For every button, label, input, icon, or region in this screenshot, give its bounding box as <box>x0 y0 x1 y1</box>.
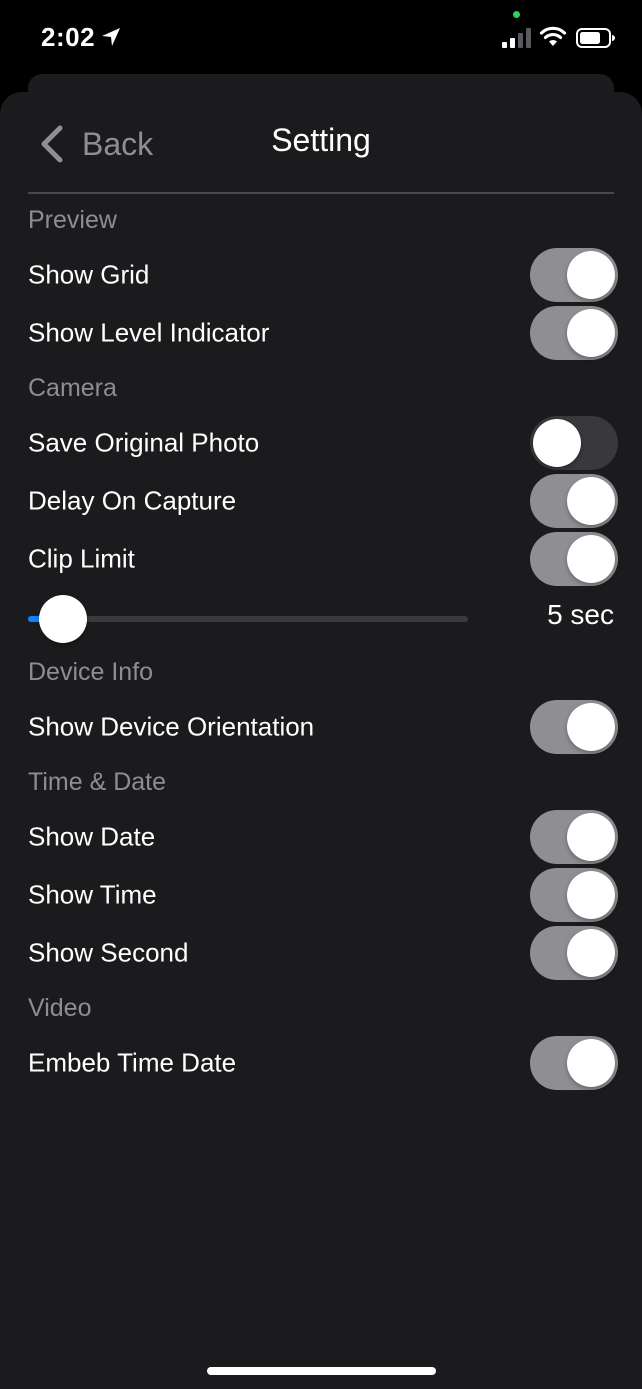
toggle-knob <box>567 929 615 977</box>
row-label: Show Level Indicator <box>28 317 270 348</box>
row-label: Show Time <box>28 879 157 910</box>
row-clip-limit: Clip Limit <box>28 532 618 586</box>
slider-track <box>28 616 468 622</box>
wifi-icon <box>539 26 567 46</box>
clip-limit-toggle[interactable] <box>530 532 618 586</box>
row-delay-on-capture: Delay On Capture <box>28 474 618 528</box>
delay-on-capture-toggle[interactable] <box>530 474 618 528</box>
row-show-date: Show Date <box>28 810 618 864</box>
section-header-device-info: Device Info <box>28 658 154 686</box>
toggle-knob <box>567 251 615 299</box>
section-header-video: Video <box>28 994 92 1022</box>
section-header-camera: Camera <box>28 374 117 402</box>
nav-divider <box>28 192 614 194</box>
home-indicator[interactable] <box>207 1367 436 1375</box>
row-label: Delay On Capture <box>28 485 237 516</box>
clip-limit-value: 5 sec <box>547 599 614 630</box>
row-label: Show Grid <box>28 259 150 290</box>
row-save-original-photo: Save Original Photo <box>28 416 618 470</box>
embeb-time-date-toggle[interactable] <box>530 1036 618 1090</box>
row-label: Embeb Time Date <box>28 1047 237 1078</box>
navigation-bar: Back Setting <box>0 92 642 194</box>
show-device-orientation-toggle[interactable] <box>530 700 618 754</box>
toggle-knob <box>567 813 615 861</box>
row-show-second: Show Second <box>28 926 618 980</box>
toggle-knob <box>567 703 615 751</box>
settings-sheet: Back Setting Preview Show Grid Show Leve… <box>0 92 642 1389</box>
row-show-level-indicator: Show Level Indicator <box>28 306 618 360</box>
row-embeb-time-date: Embeb Time Date <box>28 1036 618 1090</box>
cellular-signal-icon <box>502 28 531 48</box>
toggle-knob <box>567 871 615 919</box>
status-time: 2:02 <box>41 22 96 52</box>
clip-limit-slider[interactable] <box>28 592 468 646</box>
row-show-time: Show Time <box>28 868 618 922</box>
location-arrow-icon <box>102 28 120 46</box>
section-header-time-date: Time & Date <box>28 768 167 796</box>
battery-icon <box>576 28 615 48</box>
show-level-indicator-toggle[interactable] <box>530 306 618 360</box>
settings-screen: 2:02 Back Setting Preview Show Grid Show… <box>0 0 642 1389</box>
page-title: Setting <box>271 122 371 158</box>
row-label: Save Original Photo <box>28 427 260 458</box>
show-second-toggle[interactable] <box>530 926 618 980</box>
toggle-knob <box>567 535 615 583</box>
toggle-knob <box>567 477 615 525</box>
row-show-grid: Show Grid <box>28 248 618 302</box>
section-header-preview: Preview <box>28 206 117 234</box>
row-label: Clip Limit <box>28 543 135 574</box>
show-time-toggle[interactable] <box>530 868 618 922</box>
row-show-device-orientation: Show Device Orientation <box>28 700 618 754</box>
show-date-toggle[interactable] <box>530 810 618 864</box>
save-original-photo-toggle[interactable] <box>530 416 618 470</box>
status-bar: 2:02 <box>0 0 642 80</box>
toggle-knob <box>533 419 581 467</box>
row-label: Show Second <box>28 937 189 968</box>
slider-thumb[interactable] <box>39 595 87 643</box>
toggle-knob <box>567 309 615 357</box>
privacy-indicator-dot <box>513 11 520 18</box>
row-label: Show Date <box>28 821 156 852</box>
toggle-knob <box>567 1039 615 1087</box>
row-label: Show Device Orientation <box>28 711 315 742</box>
show-grid-toggle[interactable] <box>530 248 618 302</box>
